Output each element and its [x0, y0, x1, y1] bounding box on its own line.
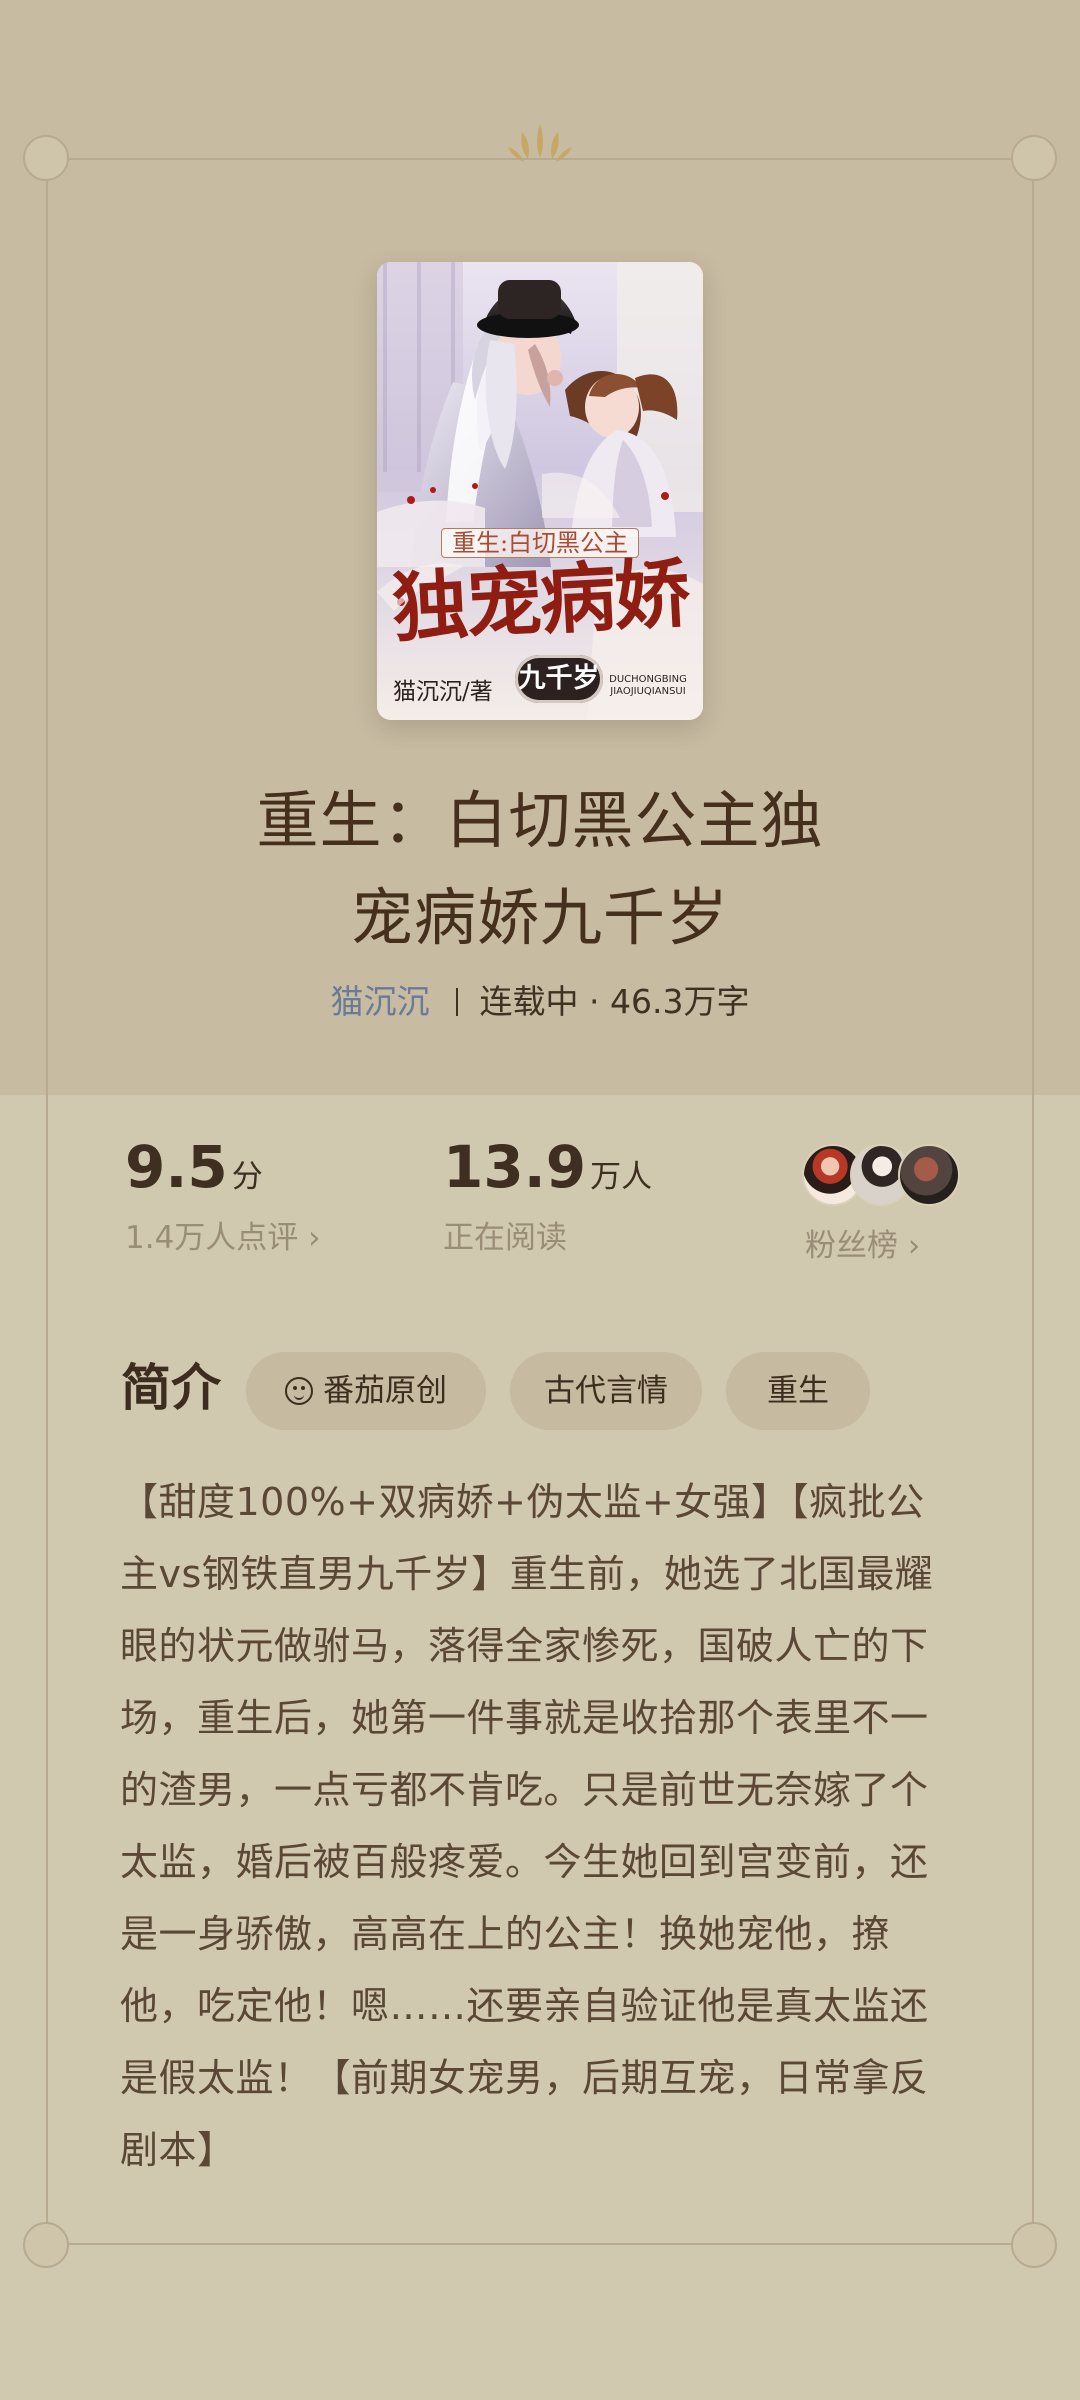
cover-illustration: [377, 262, 703, 720]
book-title: 重生：白切黑公主独 宠病娇九千岁: [196, 772, 884, 966]
tag-ancient-romance[interactable]: 古代言情: [510, 1352, 702, 1430]
rating-label: 1.4万人点评 ›: [125, 1220, 321, 1256]
meta-divider: [455, 988, 458, 1016]
reading-value: 13.9: [443, 1133, 587, 1201]
tag-label: 古代言情: [544, 1373, 668, 1409]
frame-corner-bottom-left: [23, 2222, 69, 2268]
fan-rank-link[interactable]: 粉丝榜 ›: [805, 1228, 920, 1264]
book-status: 连载中 · 46.3万字: [479, 982, 750, 1021]
cover-english-title: DUCHONGBING JIAOJIUQIANSUI: [609, 674, 687, 697]
book-description: 【甜度100%+双病娇+伪太监+女强】【疯批公主vs钢铁直男九千岁】重生前，她选…: [120, 1480, 934, 2172]
frame-corner-top-left: [23, 135, 69, 181]
intro-header: 简介 番茄原创 古代言情 重生: [0, 1352, 1080, 1432]
cover-main-title: 独宠病娇: [389, 548, 691, 653]
tag-rebirth[interactable]: 重生: [726, 1352, 870, 1430]
cover-badge: 九千岁: [515, 655, 603, 703]
rating-value-row: 9.5 分: [125, 1135, 321, 1209]
tag-label: 重生: [767, 1373, 829, 1409]
frame-corner-top-right: [1011, 135, 1057, 181]
fan-avatar: [898, 1144, 960, 1206]
author-link[interactable]: 猫沉沉: [331, 982, 430, 1021]
fan-avatar-group[interactable]: [802, 1144, 962, 1206]
book-title-line-1: 重生：白切黑公主独: [256, 784, 824, 857]
tomato-face-icon: [285, 1377, 313, 1405]
cover-author: 猫沉沉/著: [393, 679, 493, 705]
rating-value: 9.5: [125, 1133, 228, 1201]
reading-label: 正在阅读: [443, 1220, 567, 1256]
crown-ornament-icon: [508, 124, 572, 162]
book-title-line-2: 宠病娇九千岁: [350, 881, 729, 954]
tag-label: 番茄原创: [323, 1373, 447, 1409]
reading-value-row: 13.9 万人: [443, 1135, 652, 1209]
frame-corner-bottom-right: [1011, 2222, 1057, 2268]
reading-unit: 万人: [590, 1159, 653, 1195]
book-cover[interactable]: 重生:白切黑公主 独宠病娇 猫沉沉/著 九千岁 DUCHONGBING JIAO…: [377, 262, 703, 720]
reading-stat: 13.9 万人 正在阅读: [443, 1135, 652, 1256]
intro-title: 简介: [121, 1359, 221, 1417]
rating-unit: 分: [231, 1159, 263, 1195]
book-meta: 猫沉沉 连载中 · 46.3万字: [0, 982, 1080, 1022]
rating-stat[interactable]: 9.5 分 1.4万人点评 ›: [125, 1135, 321, 1256]
tag-original[interactable]: 番茄原创: [246, 1352, 486, 1430]
